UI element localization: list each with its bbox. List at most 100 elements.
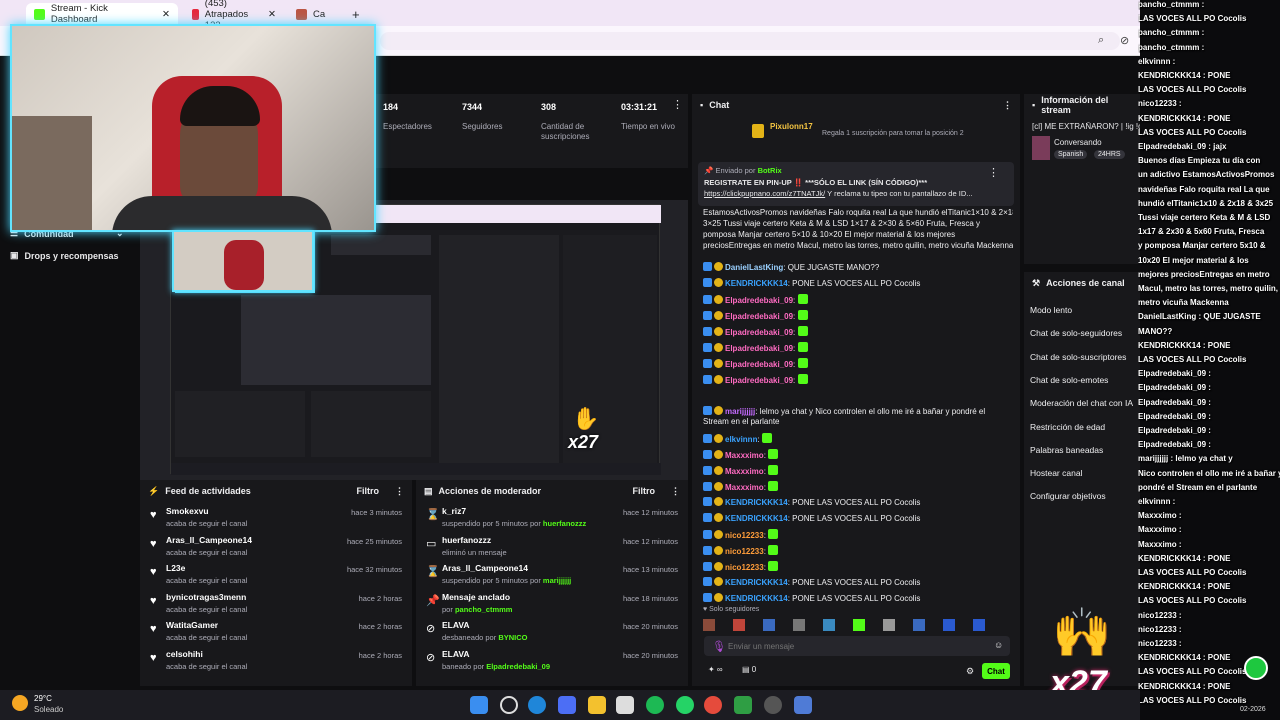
- filter-button[interactable]: Filtro: [633, 486, 656, 496]
- store-icon[interactable]: [558, 696, 576, 714]
- emote-bar[interactable]: [703, 616, 1013, 634]
- list-item[interactable]: ♥ L23e acaba de seguir el canal hace 32 …: [148, 561, 404, 589]
- mod-target[interactable]: ELAVA: [442, 649, 470, 659]
- channel-action-item[interactable]: Hostear canal: [1030, 468, 1082, 478]
- follower-name[interactable]: bynicotragas3menn: [166, 592, 246, 602]
- chat-message[interactable]: KENDRICKKK14: PONE LAS VOCES ALL PO Coco…: [703, 497, 1013, 508]
- chat-message[interactable]: Maxxximo:: [703, 465, 1013, 477]
- list-item[interactable]: ♥ celsohihi acaba de seguir el canal hac…: [148, 647, 404, 675]
- list-item[interactable]: ♥ bynicotragas3menn acaba de seguir el c…: [148, 590, 404, 618]
- chrome-icon[interactable]: [704, 696, 722, 714]
- list-item[interactable]: ⊘ ELAVA baneado por Elpadredebaki_09 hac…: [424, 647, 680, 675]
- chat-message[interactable]: Elpadredebaki_09:: [703, 374, 1013, 386]
- emoji-icon[interactable]: ☺: [994, 640, 1003, 650]
- tab-third[interactable]: Ca: [288, 3, 338, 25]
- tab-youtube[interactable]: (453) Atrapados 133 ✕: [184, 0, 284, 31]
- chat-message[interactable]: KENDRICKKK14: PONE LAS VOCES ALL PO Coco…: [703, 577, 1013, 588]
- zoom-icon[interactable]: ⌕: [1098, 34, 1104, 47]
- chat-message[interactable]: KENDRICKKK14: PONE LAS VOCES ALL PO Coco…: [703, 278, 1013, 289]
- webcam-overlay: [10, 24, 376, 232]
- channel-action-item[interactable]: Restricción de edad: [1030, 422, 1105, 432]
- tab-kick-dashboard[interactable]: Stream - Kick Dashboard ✕: [26, 3, 178, 25]
- badge-icon: [714, 577, 723, 586]
- list-item[interactable]: 📌 Mensaje anclado por pancho_ctmmm hace …: [424, 590, 680, 618]
- list-item[interactable]: ♥ Smokexvu acaba de seguir el canal hace…: [148, 504, 404, 532]
- close-tab-icon[interactable]: ✕: [268, 9, 276, 20]
- bot-link[interactable]: https://clickpupnano.com/z7TNATJk/: [704, 189, 825, 198]
- weather-temp: 29°C: [34, 694, 52, 703]
- list-item[interactable]: ⊘ ELAVA desbaneado por BYNICO hace 20 mi…: [424, 618, 680, 646]
- new-tab-button[interactable]: +: [344, 3, 364, 25]
- follower-name[interactable]: Smokexvu: [166, 506, 209, 516]
- chat-message[interactable]: Elpadredebaki_09:: [703, 342, 1013, 354]
- channel-action-item[interactable]: Chat de solo-emotes: [1030, 375, 1108, 385]
- follower-name[interactable]: WatitaGamer: [166, 620, 218, 630]
- list-item[interactable]: ♥ WatitaGamer acaba de seguir el canal h…: [148, 618, 404, 646]
- chat-message[interactable]: nico12233:: [703, 545, 1013, 557]
- channel-action-item[interactable]: Palabras baneadas: [1030, 445, 1103, 455]
- chat-message[interactable]: Elpadredebaki_09:: [703, 326, 1013, 338]
- mic-icon[interactable]: 🎙: [712, 640, 726, 653]
- url-field[interactable]: [380, 32, 1120, 50]
- spotify-icon[interactable]: [646, 696, 664, 714]
- edge-icon[interactable]: [528, 696, 546, 714]
- chat-message[interactable]: Maxxximo:: [703, 449, 1013, 461]
- list-item[interactable]: ▭ huerfanozzz eliminó un mensaje hace 12…: [424, 533, 680, 561]
- list-item[interactable]: ⌛ Aras_ll_Campeone14 suspendido por 5 mi…: [424, 561, 680, 589]
- mod-target[interactable]: huerfanozzz: [442, 535, 491, 545]
- search-icon[interactable]: [500, 696, 518, 714]
- more-icon[interactable]: ⋮: [395, 486, 404, 497]
- follower-name[interactable]: L23e: [166, 563, 185, 573]
- obs-icon[interactable]: [764, 696, 782, 714]
- mod-subtext: suspendido por 5 minutos por huerfanozzz: [442, 519, 587, 528]
- mod-target[interactable]: Aras_ll_Campeone14: [442, 563, 528, 573]
- channel-action-item[interactable]: Modo lento: [1030, 305, 1072, 315]
- channel-action-item[interactable]: Configurar objetivos: [1030, 491, 1106, 501]
- settings-gear-icon[interactable]: ⚙: [966, 666, 974, 677]
- chat-message[interactable]: nico12233:: [703, 529, 1013, 541]
- app-icon[interactable]: [616, 696, 634, 714]
- whatsapp-icon[interactable]: [676, 696, 694, 714]
- channel-action-item[interactable]: Moderación del chat con IA: [1030, 398, 1133, 408]
- eye-off-icon[interactable]: ⊘: [1120, 34, 1129, 47]
- chat-message[interactable]: elkvinnn:: [703, 433, 1013, 445]
- chat-input[interactable]: [728, 638, 988, 654]
- windows-start-icon[interactable]: [470, 696, 488, 714]
- mod-target[interactable]: Mensaje anclado: [442, 592, 510, 602]
- chat-message[interactable]: DanielLastKing: QUE JUGASTE MANO??: [703, 262, 1013, 273]
- list-item[interactable]: ⌛ k_riz7 suspendido por 5 minutos por hu…: [424, 504, 680, 532]
- pinned-user[interactable]: Pixulonn17: [770, 122, 813, 131]
- mod-time: hace 12 minutos: [622, 508, 678, 517]
- list-item[interactable]: ♥ Aras_ll_Campeone14 acaba de seguir el …: [148, 533, 404, 561]
- more-icon[interactable]: ⋮: [1003, 100, 1012, 111]
- send-chat-button[interactable]: Chat: [982, 663, 1010, 679]
- channel-action-item[interactable]: Chat de solo-seguidores: [1030, 328, 1122, 338]
- channel-action-item[interactable]: Chat de solo-suscriptores: [1030, 352, 1126, 362]
- badge-icon: [714, 327, 723, 336]
- close-tab-icon[interactable]: ✕: [162, 9, 170, 20]
- chat-message[interactable]: KENDRICKKK14: PONE LAS VOCES ALL PO Coco…: [703, 513, 1013, 524]
- xbox-icon[interactable]: [734, 696, 752, 714]
- filter-button[interactable]: Filtro: [357, 486, 380, 496]
- chat-message[interactable]: Elpadredebaki_09:: [703, 294, 1013, 306]
- pin-toggle-icon[interactable]: ⋮: [988, 166, 999, 179]
- points-icon[interactable]: ✦ ∞: [708, 665, 723, 674]
- more-icon[interactable]: ⋮: [671, 486, 680, 497]
- chat-message[interactable]: KENDRICKKK14: PONE LAS VOCES ALL PO Coco…: [703, 593, 1013, 604]
- badge-icon: [703, 343, 712, 352]
- chat-message[interactable]: Elpadredebaki_09:: [703, 310, 1013, 322]
- sidebar-item-drops[interactable]: ▣ Drops y recompensas: [10, 250, 119, 261]
- folder-icon[interactable]: [588, 696, 606, 714]
- mod-target[interactable]: k_riz7: [442, 506, 466, 516]
- whatsapp-bubble-icon[interactable]: [1244, 656, 1268, 680]
- chat-message[interactable]: Elpadredebaki_09:: [703, 358, 1013, 370]
- notepad-icon[interactable]: [794, 696, 812, 714]
- chat-message[interactable]: Maxxximo:: [703, 481, 1013, 493]
- chat-message[interactable]: nico12233:: [703, 561, 1013, 573]
- chat-message[interactable]: marijjjjjj: lelmo ya chat y Nico control…: [703, 406, 1013, 428]
- follower-name[interactable]: Aras_ll_Campeone14: [166, 535, 252, 545]
- overlay-chat-line: elkvinnn :: [1138, 56, 1176, 66]
- chat-input-box[interactable]: 🎙 ☺: [704, 636, 1010, 656]
- mod-target[interactable]: ELAVA: [442, 620, 470, 630]
- follower-name[interactable]: celsohihi: [166, 649, 203, 659]
